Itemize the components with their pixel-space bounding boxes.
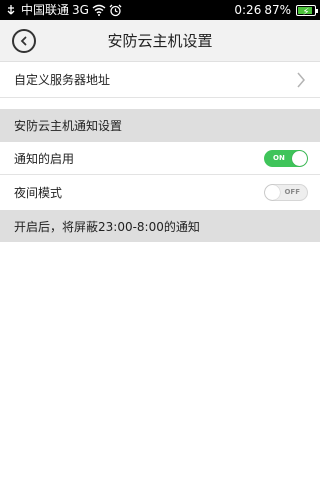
- back-arrow-icon: [20, 36, 27, 46]
- status-bar: 中国联通 3G 0:26 87% ⚡: [0, 0, 320, 20]
- toggle-knob: [265, 185, 280, 200]
- wifi-icon: [92, 3, 106, 17]
- notification-section-title: 安防云主机通知设置: [14, 119, 123, 133]
- toggle-state-label: ON: [273, 153, 285, 162]
- page-title: 安防云主机设置: [107, 32, 213, 50]
- toggle-knob: [292, 150, 307, 166]
- alarm-icon: [109, 3, 123, 17]
- chevron-right-icon: [294, 70, 308, 90]
- enable-notifications-toggle[interactable]: ON: [264, 149, 308, 167]
- battery-percent: 87%: [264, 3, 291, 17]
- night-mode-note: 开启后，将屏蔽23:00-8:00的通知: [0, 210, 320, 242]
- night-mode-label: 夜间模式: [14, 186, 63, 200]
- night-mode-toggle[interactable]: OFF: [264, 184, 308, 201]
- battery-icon: ⚡: [296, 4, 318, 18]
- enable-notifications-row: 通知的启用 ON: [0, 142, 320, 175]
- notification-section-header: 安防云主机通知设置: [0, 109, 320, 142]
- night-mode-row: 夜间模式 OFF: [0, 175, 320, 210]
- carrier-name: 中国联通: [21, 3, 70, 17]
- back-button[interactable]: [12, 29, 36, 53]
- server-address-label: 自定义服务器地址: [14, 73, 111, 87]
- enable-notifications-label: 通知的启用: [14, 151, 75, 166]
- clock: 0:26: [234, 3, 262, 17]
- night-mode-note-text: 开启后，将屏蔽23:00-8:00的通知: [14, 219, 200, 234]
- server-address-row[interactable]: 自定义服务器地址: [0, 62, 320, 98]
- usb-icon: [4, 3, 18, 17]
- toggle-state-label: OFF: [284, 188, 300, 196]
- app-header: 安防云主机设置: [0, 20, 320, 62]
- network-type: 3G: [72, 3, 89, 17]
